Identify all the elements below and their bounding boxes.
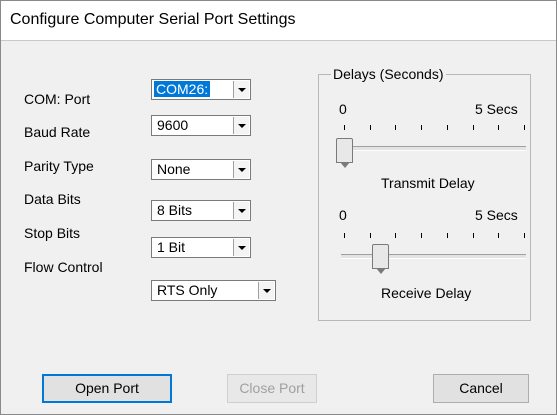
transmit-tick — [395, 125, 396, 130]
transmit-tick — [344, 125, 345, 130]
stop-bits-label: Stop Bits — [24, 225, 81, 241]
receive-delay-caption: Receive Delay — [381, 285, 472, 301]
com-port-label: COM: Port — [24, 91, 91, 107]
receive-tick — [498, 233, 499, 238]
stop-bits-value: 1 Bit — [157, 239, 186, 255]
data-bits-value: 8 Bits — [157, 202, 193, 218]
chevron-down-icon[interactable] — [233, 202, 249, 219]
cancel-button[interactable]: Cancel — [433, 374, 529, 403]
flow-control-select[interactable]: RTS Only — [151, 280, 276, 301]
receive-delay-track[interactable] — [341, 254, 526, 259]
receive-max-label: 5 Secs — [475, 207, 518, 223]
transmit-max-label: 5 Secs — [475, 101, 518, 117]
transmit-delay-track[interactable] — [341, 146, 526, 151]
com-port-select[interactable]: COM26: — [151, 79, 251, 100]
transmit-tick — [473, 125, 474, 130]
parity-type-value: None — [157, 161, 191, 177]
receive-tick — [447, 233, 448, 238]
chevron-down-icon[interactable] — [233, 81, 249, 98]
com-port-value: COM26: — [154, 81, 211, 97]
chevron-down-icon[interactable] — [233, 161, 249, 178]
data-bits-label: Data Bits — [24, 191, 81, 207]
parity-type-label: Parity Type — [24, 158, 94, 174]
transmit-tick — [370, 125, 371, 130]
transmit-tick — [447, 125, 448, 130]
chevron-down-icon[interactable] — [258, 282, 274, 299]
transmit-delay-slider-thumb[interactable] — [336, 138, 353, 168]
serial-port-dialog: Configure Computer Serial Port Settings … — [0, 0, 557, 415]
receive-tick — [344, 233, 345, 238]
receive-delay-slider-thumb[interactable] — [372, 244, 389, 274]
delays-group-title: Delays (Seconds) — [331, 66, 446, 82]
transmit-tick — [421, 125, 422, 130]
chevron-down-icon[interactable] — [233, 117, 249, 134]
receive-tick — [395, 233, 396, 238]
dialog-title: Configure Computer Serial Port Settings — [10, 11, 296, 28]
baud-rate-label: Baud Rate — [24, 124, 91, 140]
transmit-tick — [498, 125, 499, 130]
open-port-button[interactable]: Open Port — [42, 374, 172, 403]
flow-control-label: Flow Control — [24, 259, 103, 275]
chevron-down-icon[interactable] — [233, 239, 249, 256]
receive-min-label: 0 — [339, 207, 347, 223]
data-bits-select[interactable]: 8 Bits — [151, 200, 251, 221]
flow-control-value: RTS Only — [157, 282, 218, 298]
close-port-button[interactable]: Close Port — [227, 374, 317, 403]
receive-tick — [421, 233, 422, 238]
receive-tick — [473, 233, 474, 238]
parity-type-select[interactable]: None — [151, 159, 251, 180]
title-bar: Configure Computer Serial Port Settings — [1, 1, 556, 41]
receive-tick — [370, 233, 371, 238]
transmit-delay-caption: Transmit Delay — [381, 175, 475, 191]
transmit-tick — [524, 125, 525, 130]
stop-bits-select[interactable]: 1 Bit — [151, 237, 251, 258]
baud-rate-value: 9600 — [157, 117, 189, 133]
baud-rate-select[interactable]: 9600 — [151, 115, 251, 136]
transmit-min-label: 0 — [339, 101, 347, 117]
receive-tick — [524, 233, 525, 238]
